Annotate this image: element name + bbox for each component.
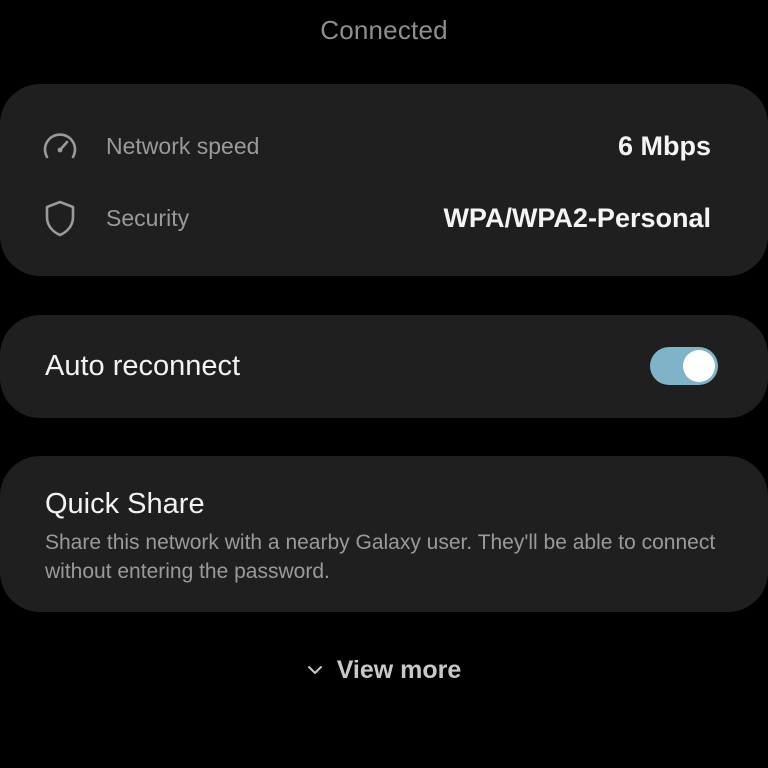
shield-icon	[38, 196, 82, 240]
security-label: Security	[106, 205, 190, 231]
toggle-knob	[683, 350, 715, 382]
view-more-label: View more	[336, 656, 462, 684]
wifi-network-details-screen: Connected Network speed 6 Mbps Security …	[0, 0, 768, 768]
speedometer-icon	[38, 124, 82, 168]
network-info-card: Network speed 6 Mbps Security WPA/WPA2-P…	[0, 84, 768, 276]
security-row: Security WPA/WPA2-Personal	[0, 196, 768, 240]
quick-share-title: Quick Share	[45, 488, 205, 520]
quick-share-card[interactable]: Quick Share Share this network with a ne…	[0, 456, 768, 612]
view-more-content: View more	[307, 654, 462, 686]
network-speed-label: Network speed	[106, 133, 260, 159]
connection-status: Connected	[320, 15, 448, 45]
auto-reconnect-card[interactable]: Auto reconnect	[0, 315, 768, 418]
auto-reconnect-label: Auto reconnect	[45, 350, 241, 382]
auto-reconnect-toggle[interactable]	[650, 347, 718, 385]
chevron-down-icon	[307, 665, 323, 675]
security-value: WPA/WPA2-Personal	[443, 203, 711, 233]
network-speed-row: Network speed 6 Mbps	[0, 124, 768, 168]
network-speed-value: 6 Mbps	[617, 131, 711, 161]
view-more-button[interactable]: View more	[0, 650, 768, 690]
quick-share-description: Share this network with a nearby Galaxy …	[45, 531, 716, 583]
